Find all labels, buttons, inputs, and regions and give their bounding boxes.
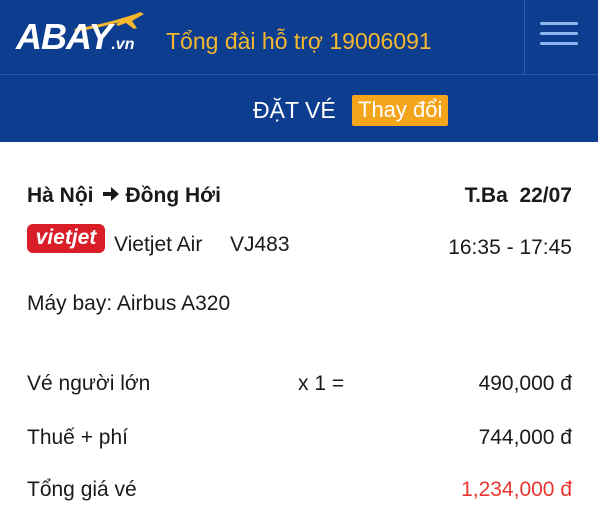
adult-fare-label: Vé người lớn	[27, 372, 151, 395]
abay-logo[interactable]: ABAY.vn	[16, 10, 144, 60]
vietjet-logo: vietjet	[27, 224, 105, 253]
hotline-text: Tổng đài hỗ trợ 19006091	[166, 28, 432, 54]
booking-title: ĐẶT VÉ	[253, 97, 336, 123]
airline-name: Vietjet Air	[114, 233, 203, 256]
booking-band: ĐẶT VÉ Thay đổi	[0, 74, 598, 142]
header-divider	[524, 0, 525, 74]
adult-fare-qty: x 1 =	[298, 372, 345, 395]
flight-date: T.Ba 22/07	[465, 184, 572, 208]
vietjet-logo-text: vietjet	[35, 226, 97, 249]
logo-wordmark: ABAY.vn	[16, 16, 134, 58]
destination-city: Đồng Hới	[125, 184, 221, 207]
depart-time: 16:35	[448, 236, 501, 259]
flight-day: T.Ba	[464, 184, 508, 207]
total-label: Tổng giá vé	[27, 478, 137, 501]
logo-text: ABAY	[16, 16, 112, 57]
tax-fee-label: Thuế + phí	[27, 426, 128, 449]
origin-city: Hà Nội	[27, 184, 94, 207]
flight-route: Hà Nội Đồng Hới	[27, 184, 221, 208]
arrive-time: 17:45	[519, 236, 572, 259]
aircraft-type: Máy bay: Airbus A320	[27, 292, 231, 315]
flight-number: VJ483	[230, 233, 290, 256]
arrow-right-icon	[102, 184, 120, 208]
flight-summary: Hà Nội Đồng Hới T.Ba 22/07 vietjet Vietje…	[0, 142, 598, 520]
flight-date-value: 22/07	[519, 184, 572, 207]
total-amount: 1,234,000 đ	[461, 478, 572, 501]
time-separator: -	[500, 236, 520, 259]
hamburger-menu-icon[interactable]	[540, 22, 582, 50]
top-bar: ABAY.vn Tổng đài hỗ trợ 19006091	[0, 0, 598, 74]
change-button[interactable]: Thay đổi	[352, 95, 449, 126]
adult-fare-amount: 490,000 đ	[478, 372, 572, 395]
tax-fee-amount: 744,000 đ	[478, 426, 572, 449]
logo-suffix: .vn	[111, 36, 135, 53]
flight-times: 16:35 - 17:45	[448, 236, 572, 260]
